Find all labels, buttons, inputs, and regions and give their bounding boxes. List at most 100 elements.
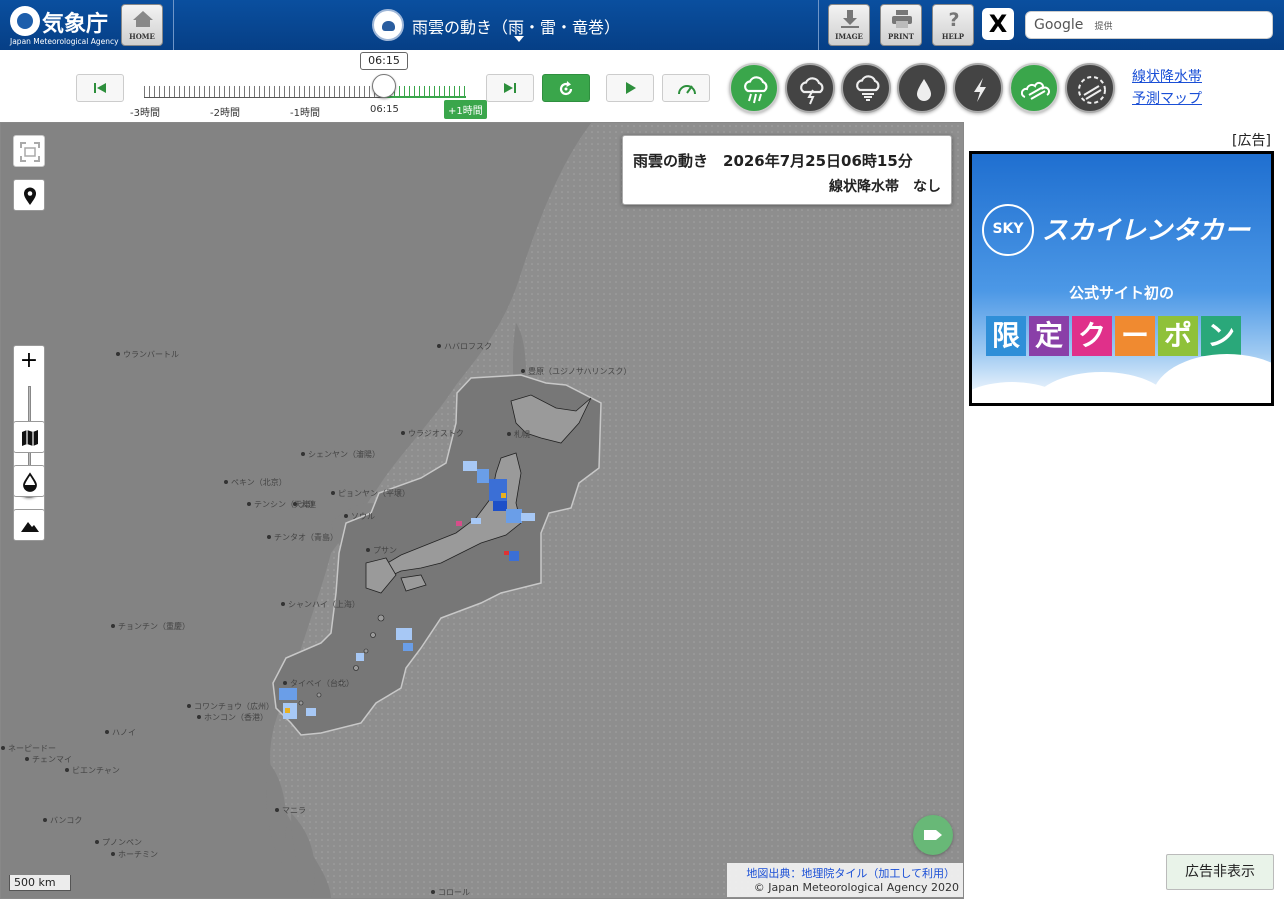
ad-cloud [1152, 354, 1271, 403]
thunder-layer-button[interactable] [785, 63, 835, 113]
hide-ad-button[interactable]: 広告非表示 [1166, 854, 1274, 890]
map-style-button[interactable] [13, 421, 45, 453]
rain-cloud-icon [744, 76, 768, 104]
search-provided-label: 提供 [1094, 22, 1113, 32]
print-label: PRINT [888, 32, 914, 41]
mountain-icon [21, 522, 39, 532]
current-location-button[interactable] [13, 179, 45, 211]
current-time-tooltip: 06:15 [360, 52, 408, 70]
city-label: バンコク [43, 815, 82, 826]
city-label: ビエンチャン [65, 765, 120, 776]
lightning-layer-button[interactable] [953, 63, 1003, 113]
attribution-source-link[interactable]: 地図出典：地理院タイル（加工して利用） [746, 865, 955, 881]
city-label: ウラジオストク [401, 428, 464, 439]
city-label: 大連 [293, 499, 316, 510]
x-share-button[interactable]: X [982, 8, 1014, 40]
tick-label: -2時間 [210, 108, 240, 119]
ad-char: ー [1115, 316, 1155, 356]
home-button[interactable]: HOME [121, 4, 163, 46]
city-label: シャンハイ（上海） [281, 599, 360, 610]
play-icon [626, 82, 636, 94]
map-icon [22, 430, 38, 446]
help-label: HELP [941, 32, 965, 41]
ad-coupon-text: 限定クーポン [986, 316, 1244, 356]
refresh-latest-button[interactable] [542, 74, 590, 102]
jump-to-end-button[interactable] [486, 74, 534, 102]
question-icon: ? [948, 10, 959, 28]
ad-brand: スカイレンタカー [1042, 216, 1251, 246]
sky-logo: SKY [982, 204, 1034, 256]
image-label: IMAGE [835, 32, 863, 41]
help-button[interactable]: ? HELP [932, 4, 974, 46]
header-divider [173, 0, 174, 50]
logo-text: 気象庁 [42, 12, 109, 37]
city-label: タイペイ（台北） [283, 678, 354, 689]
city-label: 札幌 [507, 429, 530, 440]
city-label: チンタオ（青島） [267, 532, 338, 543]
site-search-input[interactable]: Google 提供 [1025, 11, 1273, 39]
search-google-label: Google [1034, 17, 1084, 33]
refresh-icon [559, 81, 573, 96]
linear-rainband-icon [1021, 81, 1050, 100]
jump-to-start-button[interactable] [76, 74, 124, 102]
tick-label: -1時間 [290, 108, 320, 119]
city-label: プノンペン [95, 837, 142, 848]
ad-char: ン [1201, 316, 1241, 356]
city-label: ピョンヤン（平壌） [331, 488, 410, 499]
timeline-forecast-track [384, 86, 466, 98]
jma-logo[interactable]: 気象庁 Japan Meteorological Agency [8, 4, 119, 46]
rain-cloud-product-icon [372, 9, 404, 41]
speedometer-icon [678, 85, 696, 95]
ad-cloud [1032, 372, 1172, 403]
page-title: 雨雲の動き（雨・雷・竜巻） [412, 18, 621, 37]
city-label: コワンチョウ（広州） [187, 701, 274, 712]
thunder-cloud-icon [800, 77, 824, 105]
city-label: ペキン（北京） [224, 477, 287, 488]
linear-rainband-link[interactable]: 線状降水帯 [1132, 66, 1202, 86]
lightning-icon [974, 78, 986, 102]
plus-one-hour-label: +1時間 [444, 100, 487, 119]
time-slider[interactable]: -3時間 -2時間 -1時間 06:15 +1時間 06:15 [130, 52, 487, 119]
city-label: ハノイ [105, 727, 136, 738]
map-timestamp: 雨雲の動き 2026年7月25日06時15分 [633, 152, 913, 170]
speed-button[interactable] [662, 74, 710, 102]
print-button[interactable]: PRINT [880, 4, 922, 46]
linear-rainband-layer-button[interactable] [1009, 63, 1059, 113]
city-label: コロール [431, 887, 470, 898]
label-toggle-button[interactable] [913, 815, 953, 855]
tick-label: 06:15 [370, 104, 399, 115]
fullscreen-icon [20, 142, 40, 162]
terrain-layer-button[interactable] [13, 509, 45, 541]
ad-char: ポ [1158, 316, 1198, 356]
rain-cloud-layer-button[interactable] [729, 63, 779, 113]
header-divider [818, 0, 819, 50]
location-pin-icon [24, 187, 36, 205]
ad-char: 限 [986, 316, 1026, 356]
forecast-map-link[interactable]: 予測マップ [1132, 88, 1202, 108]
play-button[interactable] [606, 74, 654, 102]
product-selector[interactable]: 雨雲の動き（雨・雷・竜巻） [370, 8, 630, 44]
map-info-panel: 雨雲の動き 2026年7月25日06時15分 線状降水帯 なし [622, 135, 952, 205]
linear-rainband-forecast-button[interactable] [1065, 63, 1115, 113]
copyright-text: © Japan Meteorological Agency 2020 [753, 881, 959, 894]
city-label: ホンコン（香港） [197, 712, 268, 723]
skip-start-icon [94, 83, 106, 93]
tornado-layer-button[interactable] [841, 63, 891, 113]
map-base-layer [1, 123, 963, 898]
water-layer-button[interactable] [13, 465, 45, 497]
rain-amount-layer-button[interactable] [897, 63, 947, 113]
tick-label: -3時間 [130, 108, 160, 119]
time-slider-handle[interactable] [372, 74, 396, 98]
advertisement-banner[interactable]: SKY スカイレンタカー 公式サイト初の 限定クーポン [969, 151, 1274, 406]
zoom-in-button[interactable]: + [14, 348, 44, 373]
ad-label: [広告] [1232, 133, 1271, 149]
svg-text:?: ? [948, 10, 959, 28]
jma-emblem-icon [10, 6, 40, 36]
weather-map[interactable]: ウランバートル ハバロフスク 豊原（ユジノサハリンスク） ウラジオストク シェン… [0, 122, 964, 899]
header-bar: 気象庁 Japan Meteorological Agency HOME 雨雲の… [0, 0, 1284, 50]
city-label: シェンヤン（瀋陽） [301, 449, 380, 460]
timeline-past-track [144, 86, 384, 98]
city-label: チョンチン（重慶） [111, 621, 190, 632]
fullscreen-button[interactable] [13, 135, 45, 167]
image-download-button[interactable]: IMAGE [828, 4, 870, 46]
